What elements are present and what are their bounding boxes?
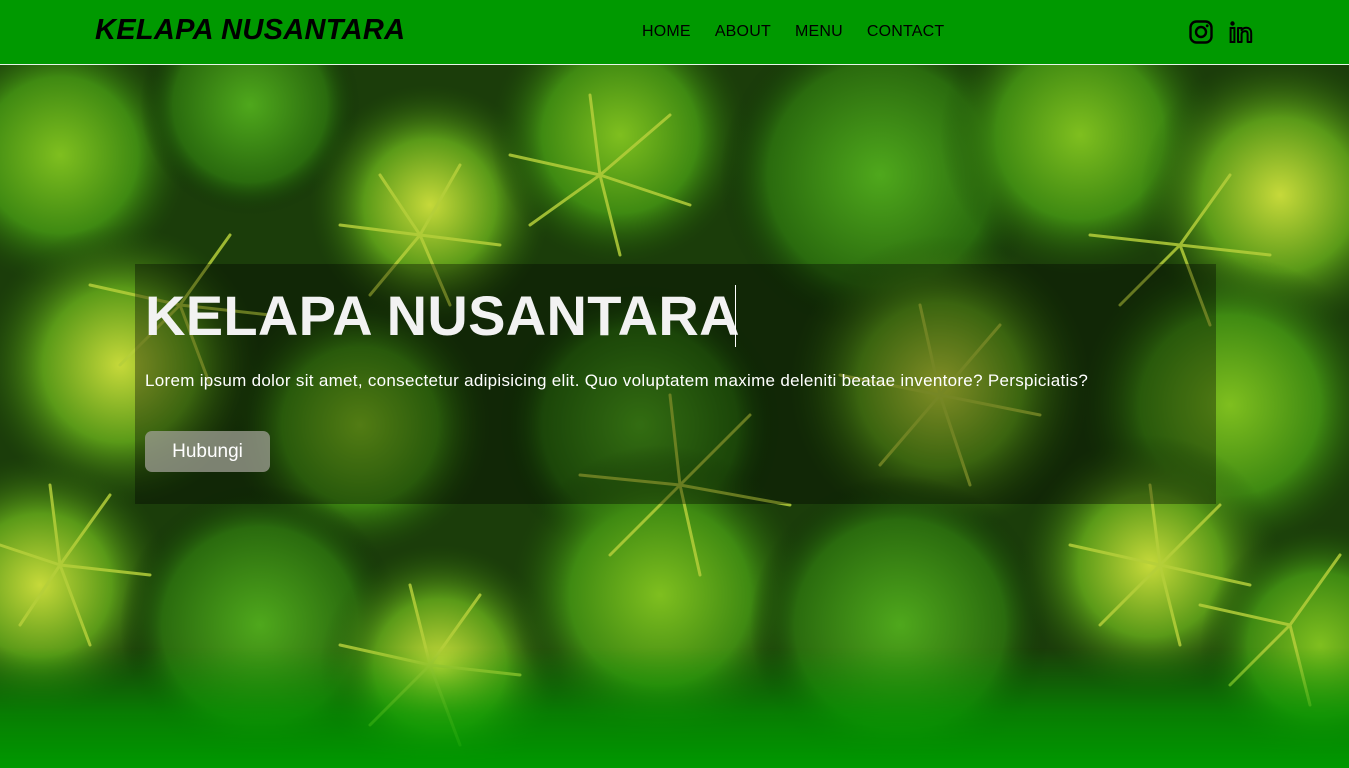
nav-link-contact[interactable]: CONTACT	[867, 23, 945, 41]
nav-link-home[interactable]: HOME	[642, 23, 691, 41]
hero-section: KELAPA NUSANTARA Lorem ipsum dolor sit a…	[0, 65, 1349, 768]
main-nav: HOME ABOUT MENU CONTACT	[642, 23, 944, 41]
nav-link-about[interactable]: ABOUT	[715, 23, 771, 41]
hero-content-box: KELAPA NUSANTARA Lorem ipsum dolor sit a…	[135, 264, 1216, 504]
instagram-icon[interactable]	[1188, 19, 1214, 45]
brand-logo[interactable]: KELAPA NUSANTARA	[95, 14, 405, 47]
nav-link-menu[interactable]: MENU	[795, 23, 843, 41]
contact-button[interactable]: Hubungi	[145, 431, 270, 472]
hero-bottom-fade	[0, 648, 1349, 768]
hero-title: KELAPA NUSANTARA	[145, 284, 740, 347]
hero-description: Lorem ipsum dolor sit amet, consectetur …	[145, 371, 1089, 390]
navbar: KELAPA NUSANTARA HOME ABOUT MENU CONTACT	[0, 0, 1349, 65]
text-cursor	[735, 285, 736, 347]
linkedin-icon[interactable]	[1228, 19, 1254, 45]
social-links	[1188, 19, 1254, 45]
